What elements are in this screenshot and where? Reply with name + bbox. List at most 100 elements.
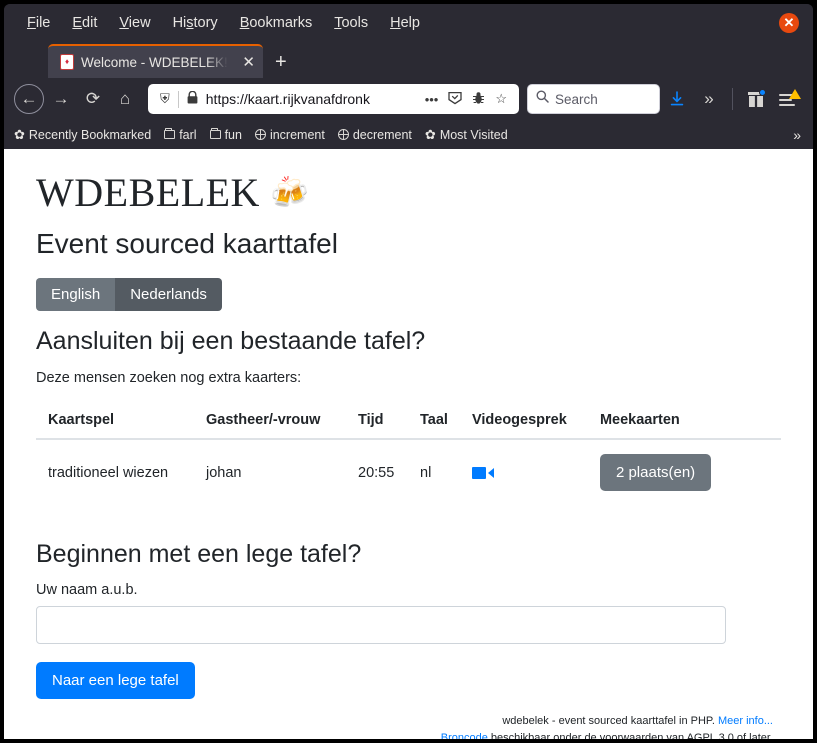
lock-icon: [182, 90, 203, 107]
gear-icon: [425, 127, 436, 143]
cell-game: traditioneel wiezen: [48, 464, 169, 481]
bookmark-fun[interactable]: fun: [209, 127, 242, 142]
cell-time: 20:55: [358, 464, 395, 481]
page-content: WDEBELEK 🍻 Event sourced kaarttafel Engl…: [36, 169, 781, 739]
bookmark-label: Recently Bookmarked: [28, 127, 152, 142]
bookmark-star-icon[interactable]: ☆: [490, 91, 512, 107]
download-icon: [670, 91, 684, 106]
globe-icon: [254, 129, 266, 140]
table-row: traditioneel wiezen johan 20:55 nl 2 pla…: [36, 439, 781, 506]
bookmark-farl[interactable]: farl: [164, 127, 197, 142]
folder-icon: [209, 128, 221, 139]
name-input[interactable]: [36, 606, 726, 644]
footer-text-1: wdebelek - event sourced kaarttafel in P…: [502, 715, 718, 727]
tab-welcome[interactable]: Welcome - WDEBELEK! ✕: [48, 44, 263, 78]
reader-mode-icon[interactable]: [443, 91, 467, 108]
new-tab-button[interactable]: +: [263, 51, 299, 74]
more-info-link[interactable]: Meer info...: [718, 715, 773, 727]
folder-icon: [164, 128, 176, 139]
menu-view[interactable]: View: [108, 12, 161, 34]
language-button-english[interactable]: English: [36, 278, 116, 311]
join-section-lead: Deze mensen zoeken nog extra kaarters:: [36, 370, 302, 386]
tab-strip: Welcome - WDEBELEK! ✕ +: [4, 42, 813, 78]
downloads-button[interactable]: [662, 84, 692, 114]
bookmark-label: fun: [224, 127, 242, 142]
bookmarks-toolbar: Recently Bookmarked farl fun increment d…: [4, 120, 813, 149]
cell-video: [460, 439, 588, 506]
bookmark-label: increment: [269, 127, 325, 142]
table-head: Kaartspel Gastheer/-vrouw Tijd Taal Vide…: [36, 404, 781, 440]
app-menu-button[interactable]: [773, 84, 803, 114]
new-table-heading: Beginnen met een lege tafel?: [36, 540, 362, 568]
column-header-language: Taal: [408, 404, 460, 440]
forward-button[interactable]: →: [46, 84, 76, 114]
column-header-video: Videogesprek: [459, 404, 588, 440]
footer-text-2: beschikbaar onder de voorwaarden van AGP…: [487, 732, 773, 739]
column-header-game: Kaartspel: [36, 404, 194, 440]
search-placeholder: Search: [555, 91, 598, 107]
bookmark-recently-bookmarked[interactable]: Recently Bookmarked: [14, 127, 151, 143]
beer-mugs-icon: 🍻: [269, 175, 310, 210]
video-camera-icon: [471, 466, 486, 479]
gift-button[interactable]: [741, 84, 771, 114]
footer-line-2: Broncode beschikbaar onder de voorwaarde…: [36, 730, 773, 739]
browser-window: File Edit View History Bookmarks Tools H…: [4, 4, 813, 739]
bookmark-decrement[interactable]: decrement: [337, 127, 412, 142]
join-section-heading: Aansluiten bij een bestaande tafel?: [36, 327, 426, 355]
window-close-button[interactable]: ✕: [779, 13, 799, 33]
column-header-host: Gastheer/-vrouw: [194, 404, 346, 440]
name-field-label: Uw naam a.u.b.: [36, 582, 138, 598]
page-footer: wdebelek - event sourced kaarttafel in P…: [36, 713, 781, 739]
home-button[interactable]: ⌂: [110, 84, 140, 114]
playing-card-icon: [60, 54, 74, 70]
language-button-nederlands[interactable]: Nederlands: [115, 278, 222, 311]
hamburger-icon: [779, 89, 801, 107]
join-table-button[interactable]: 2 plaats(en): [599, 454, 712, 491]
menu-history[interactable]: History: [162, 12, 229, 34]
lock-glyph: [187, 90, 198, 104]
table-body: traditioneel wiezen johan 20:55 nl 2 pla…: [36, 439, 781, 506]
notification-dot: [759, 89, 766, 96]
bug-icon[interactable]: [467, 91, 490, 108]
close-icon[interactable]: ✕: [230, 53, 255, 71]
bookmark-label: farl: [179, 127, 197, 142]
gift-icon: [748, 89, 766, 107]
source-code-link[interactable]: Broncode: [441, 732, 488, 739]
cell-join: 2 plaats(en): [588, 439, 781, 506]
url-divider: [177, 90, 179, 108]
toolbar-divider: [732, 88, 733, 110]
brand-text: WDEBELEK: [36, 170, 260, 215]
menu-tools[interactable]: Tools: [323, 12, 379, 34]
bookmark-increment[interactable]: increment: [254, 127, 325, 142]
shield-icon[interactable]: ⛨: [155, 91, 175, 107]
globe-icon: [337, 129, 349, 140]
search-input[interactable]: Search: [527, 84, 660, 114]
column-header-join: Meekaarten: [587, 404, 781, 440]
menu-file[interactable]: File: [16, 12, 61, 34]
toolbar-overflow-button[interactable]: »: [694, 84, 724, 114]
tab-title: Welcome - WDEBELEK!: [81, 54, 228, 70]
gear-icon: [14, 127, 25, 143]
url-text: https://kaart.rijkvanafdronk: [205, 91, 370, 107]
table-header-row: Kaartspel Gastheer/-vrouw Tijd Taal Vide…: [36, 404, 781, 440]
search-icon: [536, 90, 549, 108]
page-actions-icon[interactable]: •••: [420, 92, 444, 107]
bookmarks-overflow-icon[interactable]: »: [793, 127, 801, 143]
search-glyph: [536, 90, 549, 103]
column-header-time: Tijd: [346, 404, 408, 440]
bookmark-most-visited[interactable]: Most Visited: [425, 127, 508, 143]
menu-edit[interactable]: Edit: [61, 12, 108, 34]
bug-glyph: [473, 91, 485, 104]
menu-bookmarks[interactable]: Bookmarks: [229, 12, 324, 34]
page-subtitle: Event sourced kaarttafel: [36, 228, 338, 259]
url-bar[interactable]: ⛨ https://kaart.rijkvanafdronk ••• ☆: [148, 84, 519, 114]
bookmark-label: decrement: [352, 127, 412, 142]
menu-bar: File Edit View History Bookmarks Tools H…: [4, 4, 813, 42]
back-button[interactable]: ←: [14, 84, 44, 114]
page-title: WDEBELEK 🍻: [36, 169, 781, 216]
start-empty-table-button[interactable]: Naar een lege tafel: [36, 662, 195, 699]
submit-row: Naar een lege tafel: [36, 662, 781, 699]
menu-help[interactable]: Help: [379, 12, 431, 34]
open-tables-table: Kaartspel Gastheer/-vrouw Tijd Taal Vide…: [36, 404, 781, 506]
reload-button[interactable]: ⟳: [78, 84, 108, 114]
